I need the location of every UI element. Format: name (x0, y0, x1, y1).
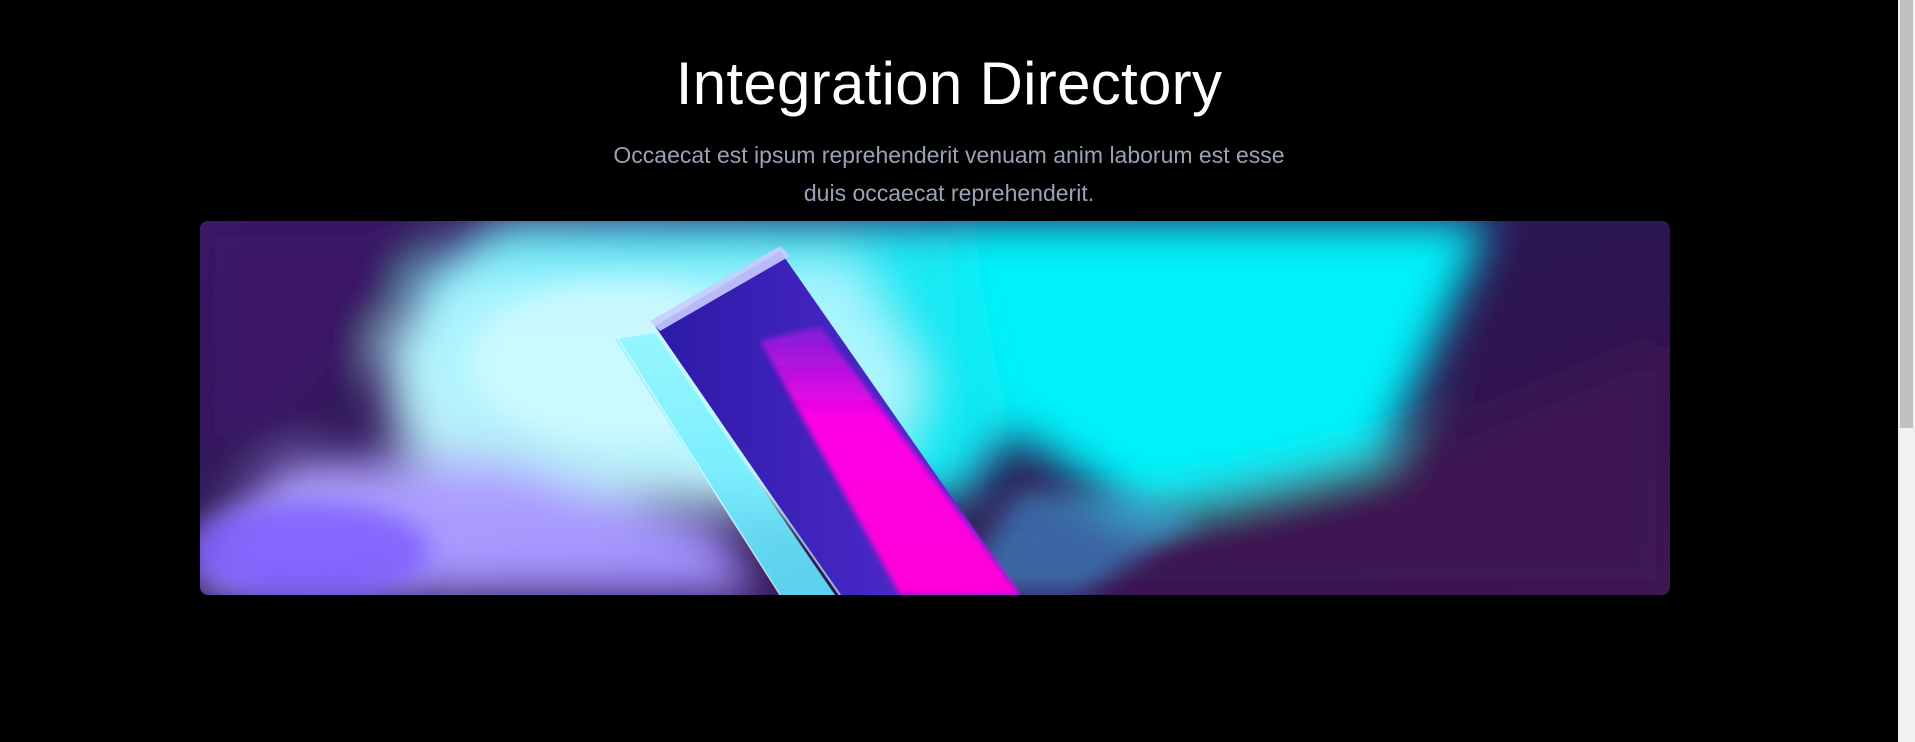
abstract-neon-prism-image (200, 221, 1670, 595)
scrollbar-thumb[interactable] (1900, 0, 1913, 428)
hero-banner-image (200, 221, 1670, 595)
page-viewport: Integration Directory Occaecat est ipsum… (0, 0, 1898, 742)
page-title: Integration Directory (675, 50, 1223, 117)
page-subtitle: Occaecat est ipsum reprehenderit venuam … (613, 142, 1285, 206)
